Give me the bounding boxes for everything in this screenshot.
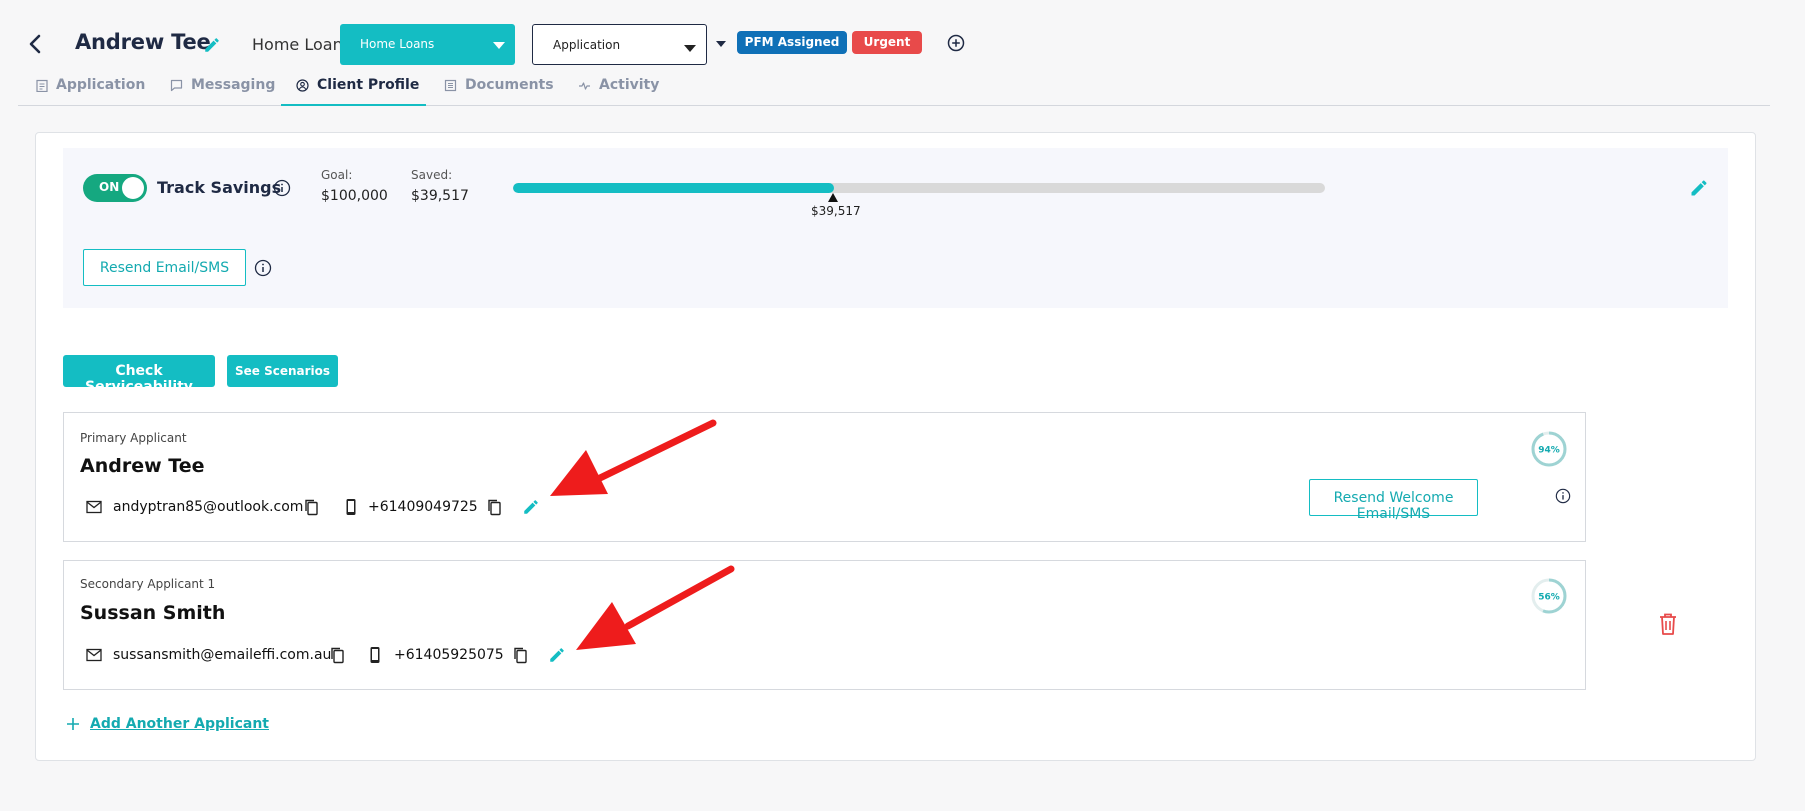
goal-value: $100,000 (321, 188, 388, 204)
copy-email-icon[interactable] (329, 646, 345, 664)
completion-percent: 94% (1538, 446, 1560, 456)
add-circle-icon[interactable] (946, 33, 966, 53)
applicant-email: andyptran85@outlook.com (113, 499, 304, 515)
goal-label: Goal: (321, 168, 353, 182)
copy-phone-icon[interactable] (486, 498, 502, 516)
mail-icon (86, 648, 102, 662)
savings-progress-bar (513, 183, 1325, 193)
urgent-badge: Urgent (852, 31, 922, 54)
client-name: Andrew Tee (75, 30, 211, 54)
tab-label: Documents (465, 77, 554, 93)
chevron-down-icon (493, 42, 505, 49)
tab-bar: Application Messaging Client Profile Doc… (18, 74, 1770, 106)
applicant-phone: +61409049725 (368, 499, 478, 515)
copy-email-icon[interactable] (303, 498, 319, 516)
applicant-card-secondary: Secondary Applicant 1 Sussan Smith sussa… (63, 560, 1586, 690)
track-savings-toggle[interactable]: ON (83, 174, 147, 202)
applicant-role: Secondary Applicant 1 (80, 577, 216, 591)
tab-client-profile[interactable]: Client Profile (281, 74, 426, 106)
user-circle-icon (296, 79, 309, 92)
savings-progress-fill (513, 183, 834, 193)
status-dropdown-caret-icon[interactable] (716, 41, 726, 47)
applicant-card-primary: Primary Applicant Andrew Tee andyptran85… (63, 412, 1586, 542)
tab-label: Messaging (191, 77, 276, 93)
tab-label: Client Profile (317, 77, 420, 93)
edit-name-pencil-icon[interactable] (203, 36, 221, 54)
chat-icon (170, 79, 183, 92)
edit-contact-pencil-icon[interactable] (548, 646, 566, 664)
loan-product-select-value: Home Loans (360, 37, 435, 51)
completion-ring: 94% (1531, 431, 1567, 467)
tab-label: Application (56, 77, 146, 93)
applicant-role: Primary Applicant (80, 431, 187, 445)
toggle-knob (122, 177, 144, 199)
saved-value: $39,517 (411, 188, 469, 204)
tab-application[interactable]: Application (36, 74, 145, 106)
loan-product-select[interactable]: Home Loans (340, 24, 515, 65)
see-scenarios-button[interactable]: See Scenarios (227, 355, 338, 387)
tab-documents[interactable]: Documents (444, 74, 554, 106)
applicant-name: Andrew Tee (80, 455, 205, 477)
completion-percent: 56% (1538, 593, 1560, 603)
edit-contact-pencil-icon[interactable] (522, 498, 540, 516)
clipboard-icon (36, 79, 48, 92)
stage-select[interactable]: Application (532, 24, 707, 65)
activity-icon (579, 82, 590, 90)
plus-icon (67, 718, 79, 730)
applicant-phone: +61405925075 (394, 647, 504, 663)
info-icon[interactable] (1555, 488, 1571, 504)
savings-panel (63, 148, 1728, 308)
documents-icon (444, 79, 457, 92)
annotation-arrow (550, 419, 717, 496)
chevron-down-icon (684, 45, 696, 52)
saved-label: Saved: (411, 168, 453, 182)
progress-value-label: $39,517 (811, 204, 861, 218)
track-savings-label: Track Savings (157, 178, 282, 197)
delete-applicant-trash-icon[interactable] (1657, 612, 1679, 636)
resend-email-sms-button[interactable]: Resend Email/SMS (83, 249, 246, 286)
tab-messaging[interactable]: Messaging (170, 74, 275, 106)
tab-activity[interactable]: Activity (578, 74, 659, 106)
toggle-state-label: ON (99, 180, 120, 194)
completion-ring: 56% (1531, 578, 1567, 614)
add-another-applicant-link[interactable]: Add Another Applicant (66, 716, 269, 732)
edit-savings-pencil-icon[interactable] (1689, 178, 1709, 198)
pfm-assigned-badge: PFM Assigned (737, 31, 847, 54)
applicant-name: Sussan Smith (80, 602, 226, 624)
info-icon[interactable] (254, 259, 272, 277)
stage-select-value: Application (553, 38, 621, 52)
resend-welcome-button[interactable]: Resend Welcome Email/SMS (1309, 479, 1478, 522)
add-applicant-label: Add Another Applicant (90, 716, 269, 732)
info-icon[interactable] (273, 179, 291, 197)
check-serviceability-button[interactable]: Check Serviceability (63, 355, 215, 395)
phone-icon (370, 647, 380, 663)
applicant-email: sussansmith@emaileffi.com.au (113, 647, 332, 663)
copy-phone-icon[interactable] (512, 646, 528, 664)
progress-marker-icon (828, 193, 838, 202)
loan-type-label: Home Loan (252, 35, 343, 54)
back-arrow-icon[interactable] (24, 32, 48, 56)
annotation-arrow (576, 565, 735, 650)
phone-icon (346, 499, 356, 515)
tab-label: Activity (599, 77, 660, 93)
mail-icon (86, 500, 102, 514)
